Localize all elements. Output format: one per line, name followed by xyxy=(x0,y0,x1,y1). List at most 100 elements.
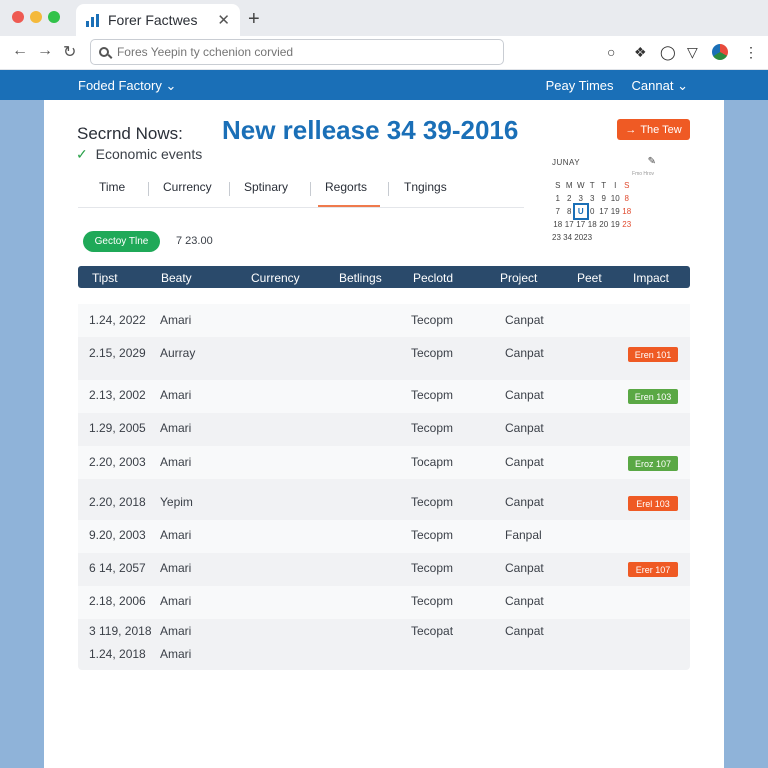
divider xyxy=(388,182,389,196)
today-time-button[interactable]: Gectoy Tlne xyxy=(83,231,160,252)
edit-icon[interactable]: ✎ xyxy=(648,156,656,167)
table-row[interactable]: 9.20, 2003 Amari Tecopm Fanpal xyxy=(78,520,690,553)
header-link-times[interactable]: Peay Times xyxy=(546,78,614,94)
menu-icon[interactable]: ⋮ xyxy=(744,44,758,61)
calendar-day[interactable]: 7 xyxy=(552,205,564,218)
table-row[interactable]: 2.15, 2029 Aurray Tecopm Canpat Eren 101 xyxy=(78,337,690,370)
divider xyxy=(148,182,149,196)
minimize-window-button[interactable] xyxy=(30,11,42,23)
table-row[interactable]: 2.20, 2018 Yepim Tecopm Canpat Erel 103 xyxy=(78,487,690,520)
table-row[interactable]: 1.29, 2005 Amari Tecopm Canpat xyxy=(78,413,690,446)
table-row[interactable]: 2.13, 2002 Amari Tecopm Canpat Eren 103 xyxy=(78,380,690,413)
cell-date: 2.13, 2002 xyxy=(89,388,146,402)
calendar-day[interactable]: 10 xyxy=(610,192,622,205)
cta-button[interactable]: → The Tew xyxy=(617,119,690,140)
calendar-day[interactable]: 17 xyxy=(575,218,587,231)
tab-currency[interactable]: Currency xyxy=(163,180,212,194)
column-header[interactable]: Currency xyxy=(251,271,300,285)
calendar-day[interactable]: 9 xyxy=(598,192,610,205)
header-link-menu[interactable]: Cannat ⌄ xyxy=(632,78,688,94)
cell-col4: Canpat xyxy=(505,455,544,469)
column-header[interactable]: Beaty xyxy=(161,271,192,285)
share-icon[interactable]: ◯ xyxy=(660,44,676,61)
table-row[interactable]: 2.18, 2006 Amari Tecopm Canpat xyxy=(78,586,690,619)
close-window-button[interactable] xyxy=(12,11,24,23)
reload-icon[interactable]: ↻ xyxy=(63,42,76,62)
back-arrow-icon[interactable]: ← xyxy=(12,42,28,60)
address-bar[interactable] xyxy=(90,39,504,65)
maximize-window-button[interactable] xyxy=(48,11,60,23)
calendar-day[interactable]: 17 xyxy=(598,205,610,218)
column-header[interactable]: Impact xyxy=(633,271,669,285)
cell-col4: Canpat xyxy=(505,421,544,435)
calendar-day[interactable]: 18 xyxy=(587,218,599,231)
time-value: 7 23.00 xyxy=(176,235,213,247)
search-icon xyxy=(99,47,109,57)
calendar-day[interactable]: 20 xyxy=(598,218,610,231)
site-brand: Foded Factory xyxy=(78,78,162,93)
column-header[interactable]: Peet xyxy=(577,271,602,285)
cell-col4: Canpat xyxy=(505,561,544,575)
column-header[interactable]: Peclotd xyxy=(413,271,453,285)
column-header[interactable]: Project xyxy=(500,271,537,285)
calendar-day[interactable]: 8 xyxy=(564,205,576,218)
arrow-right-icon: → xyxy=(625,123,637,136)
calendar-day-selected[interactable]: U xyxy=(573,203,589,220)
tab-tngings[interactable]: Tngings xyxy=(404,180,447,194)
new-tab-button[interactable]: + xyxy=(248,8,260,31)
extension-icon[interactable]: ❖ xyxy=(634,44,647,61)
cell-col4: Canpat xyxy=(505,313,544,327)
tab-time[interactable]: Time xyxy=(99,180,125,194)
cell-col4: Canpat xyxy=(505,624,544,638)
url-input[interactable] xyxy=(116,45,495,59)
calendar-day[interactable]: 1 xyxy=(552,192,564,205)
cell-name: Amari xyxy=(160,388,192,402)
cell-col3: Tecopm xyxy=(411,561,454,575)
profile-avatar[interactable] xyxy=(712,44,728,60)
weekday: T xyxy=(601,181,607,190)
check-icon: ✓ xyxy=(76,146,88,162)
table-row[interactable]: 6 14, 2057 Amari Tecopm Canpat Erer 107 xyxy=(78,553,690,586)
site-header-links: Peay Times Cannat ⌄ xyxy=(546,78,688,94)
table-row[interactable]: 1.24, 2022 Amari Tecopm Canpat xyxy=(78,304,690,337)
tab-sptinary[interactable]: Sptinary xyxy=(244,180,288,194)
calendar-day[interactable]: 18 xyxy=(552,218,564,231)
calendar-day[interactable]: 18 xyxy=(621,205,633,218)
calendar-day[interactable]: 8 xyxy=(621,192,633,205)
calendar-day[interactable]: 3 xyxy=(575,192,587,205)
cell-date: 2.20, 2003 xyxy=(89,455,146,469)
calendar-day[interactable]: 19 xyxy=(610,218,622,231)
chat-icon[interactable]: ○ xyxy=(607,44,615,60)
cell-col4: Canpat xyxy=(505,594,544,608)
column-header[interactable]: Betlings xyxy=(339,271,382,285)
calendar-day[interactable]: 3 xyxy=(587,192,599,205)
cell-name: Amari xyxy=(160,647,192,661)
close-tab-icon[interactable]: ✕ xyxy=(217,11,230,29)
site-header: Foded Factory ⌄ Peay Times Cannat ⌄ xyxy=(0,70,768,100)
cell-date: 1.29, 2005 xyxy=(89,421,146,435)
calendar-day[interactable]: 17 xyxy=(564,218,576,231)
tab-regorts[interactable]: Regorts xyxy=(325,180,367,194)
impact-badge: Eren 101 xyxy=(628,347,678,362)
forward-arrow-icon[interactable]: → xyxy=(37,42,53,60)
cell-date: 6 14, 2057 xyxy=(89,561,146,575)
site-brand-menu[interactable]: Foded Factory ⌄ xyxy=(78,78,176,94)
cell-name: Yepim xyxy=(160,495,193,509)
calendar-day[interactable]: 19 xyxy=(610,205,622,218)
impact-badge: Erel 103 xyxy=(628,496,678,511)
table-row[interactable]: 2.20, 2003 Amari Tocapm Canpat Eroz 107 xyxy=(78,446,690,479)
cell-col3: Tecopm xyxy=(411,421,454,435)
mini-calendar: JUNAY ✎ Fmo Hrov S M W T T I S 1 2 3 3 9… xyxy=(552,156,662,242)
calendar-day[interactable]: 0 xyxy=(587,205,599,218)
browser-tab[interactable]: Forer Factwes ✕ xyxy=(76,4,240,36)
column-header[interactable]: Tipst xyxy=(92,271,118,285)
calendar-day[interactable]: 2 xyxy=(564,192,576,205)
cell-name: Amari xyxy=(160,594,192,608)
calendar-grid: S M W T T I S 1 2 3 3 9 10 8 7 8 U 0 17 … xyxy=(552,179,633,231)
cell-col3: Tecopm xyxy=(411,346,454,360)
filter-icon[interactable]: ▽ xyxy=(687,44,698,61)
table-row[interactable]: 3 119, 2018 Amari Tecopat Canpat 1.24, 2… xyxy=(78,619,690,670)
calendar-day[interactable]: 23 xyxy=(621,218,633,231)
active-tab-indicator xyxy=(318,205,380,207)
cell-date: 3 119, 2018 xyxy=(89,624,152,638)
